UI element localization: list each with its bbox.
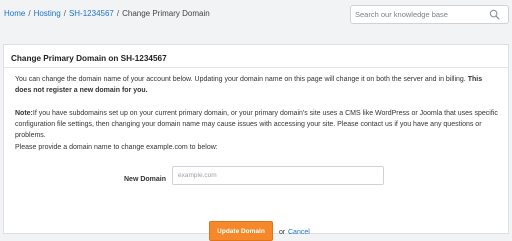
change-domain-panel: Change Primary Domain on SH-1234567 You … <box>3 44 509 241</box>
search-icon[interactable] <box>489 9 500 20</box>
new-domain-input[interactable] <box>172 166 384 185</box>
panel-title: Change Primary Domain on SH-1234567 <box>11 54 167 63</box>
intro-text: You can change the domain name of your a… <box>15 76 468 83</box>
cancel-link[interactable]: Cancel <box>288 227 310 238</box>
breadcrumb: Home / Hosting / SH-1234567/Change Primary D… <box>4 9 210 18</box>
breadcrumb-current: Change Primary Domain <box>122 9 210 18</box>
breadcrumb-separator: / <box>28 9 31 18</box>
breadcrumb-separator: / <box>116 9 120 18</box>
top-bar: Home / Hosting / SH-1234567/Change Primary D… <box>0 0 512 40</box>
new-domain-row: New Domain <box>4 166 508 186</box>
breadcrumb-home[interactable]: Home <box>4 9 25 18</box>
note-paragraph: Note:If you have subdomains set up on yo… <box>15 108 499 141</box>
search-input[interactable] <box>355 6 483 23</box>
note-text: If you have subdomains set up on your cu… <box>15 110 498 139</box>
update-domain-button[interactable]: Update Domain <box>209 221 273 241</box>
note-label: Note: <box>15 110 33 117</box>
search-box <box>350 5 509 24</box>
or-text: or <box>279 229 286 236</box>
panel-header: Change Primary Domain on SH-1234567 <box>4 45 508 68</box>
breadcrumb-account[interactable]: SH-1234567 <box>69 9 114 18</box>
new-domain-label: New Domain <box>124 176 167 183</box>
intro-paragraph: You can change the domain name of your a… <box>15 74 499 96</box>
breadcrumb-hosting[interactable]: Hosting <box>34 9 61 18</box>
breadcrumb-separator: / <box>63 9 66 18</box>
instruction-text: Please provide a domain name to change e… <box>15 144 218 151</box>
